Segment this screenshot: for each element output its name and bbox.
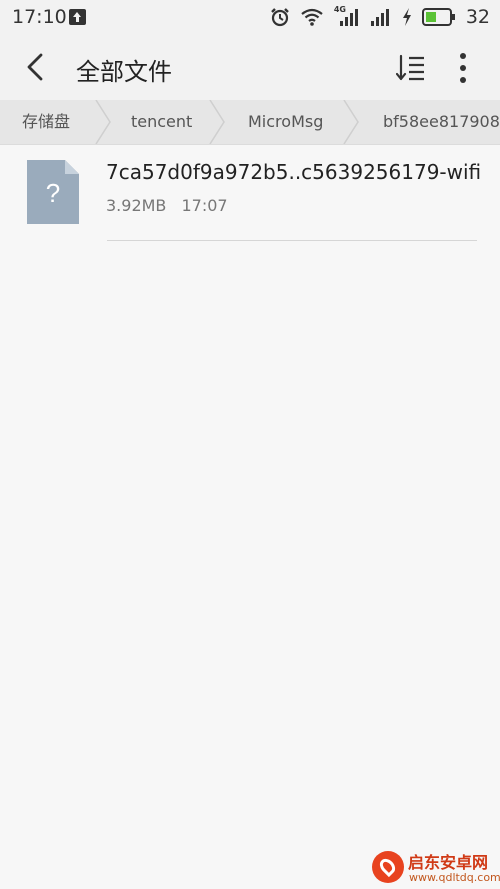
- breadcrumb-separator-icon: [95, 100, 111, 144]
- breadcrumb: 存储盘 tencent MicroMsg bf58ee8179084: [0, 100, 500, 145]
- file-time: 17:07: [181, 196, 228, 215]
- battery-level: 32: [465, 6, 490, 28]
- wifi-icon: [301, 8, 323, 26]
- watermark-url: www.qdltdq.com: [409, 871, 500, 884]
- file-list-item[interactable]: ? 7ca57d0f9a972b5..c5639256179-wifi 3.92…: [0, 145, 500, 241]
- signal-icon: [370, 9, 389, 26]
- file-size: 3.92MB: [106, 196, 167, 215]
- charging-icon: [402, 8, 411, 26]
- signal-4g-icon: 4G: [334, 5, 360, 27]
- watermark-name: 启东安卓网: [408, 853, 489, 872]
- page-title: 全部文件: [76, 58, 172, 86]
- breadcrumb-item-tencent[interactable]: tencent: [131, 100, 192, 144]
- breadcrumb-separator-icon: [209, 100, 225, 144]
- unknown-file-icon: ?: [27, 160, 79, 224]
- breadcrumb-item-current[interactable]: bf58ee8179084: [383, 100, 500, 144]
- svg-text:?: ?: [46, 178, 60, 208]
- breadcrumb-item-micromsg[interactable]: MicroMsg: [248, 100, 323, 144]
- battery-icon: [421, 8, 455, 26]
- status-time: 17:10: [12, 6, 67, 28]
- file-meta: 3.92MB 17:07: [106, 196, 228, 215]
- status-icons: 4G 32: [270, 5, 490, 29]
- app-toolbar: 全部文件: [0, 34, 500, 100]
- file-name: 7ca57d0f9a972b5..c5639256179-wifi: [106, 160, 482, 184]
- sort-icon[interactable]: [396, 54, 426, 82]
- back-arrow-icon[interactable]: [20, 52, 50, 82]
- upload-notification-icon: [69, 9, 86, 25]
- list-divider: [107, 240, 477, 241]
- breadcrumb-item-storage[interactable]: 存储盘: [22, 100, 70, 144]
- alarm-icon: [270, 8, 289, 27]
- breadcrumb-separator-icon: [343, 100, 359, 144]
- status-bar: 17:10 4G 32: [0, 0, 500, 34]
- watermark: 启东安卓网 www.qdltdq.com: [372, 849, 500, 887]
- watermark-logo-icon: [372, 851, 404, 883]
- more-options-icon[interactable]: [448, 50, 478, 86]
